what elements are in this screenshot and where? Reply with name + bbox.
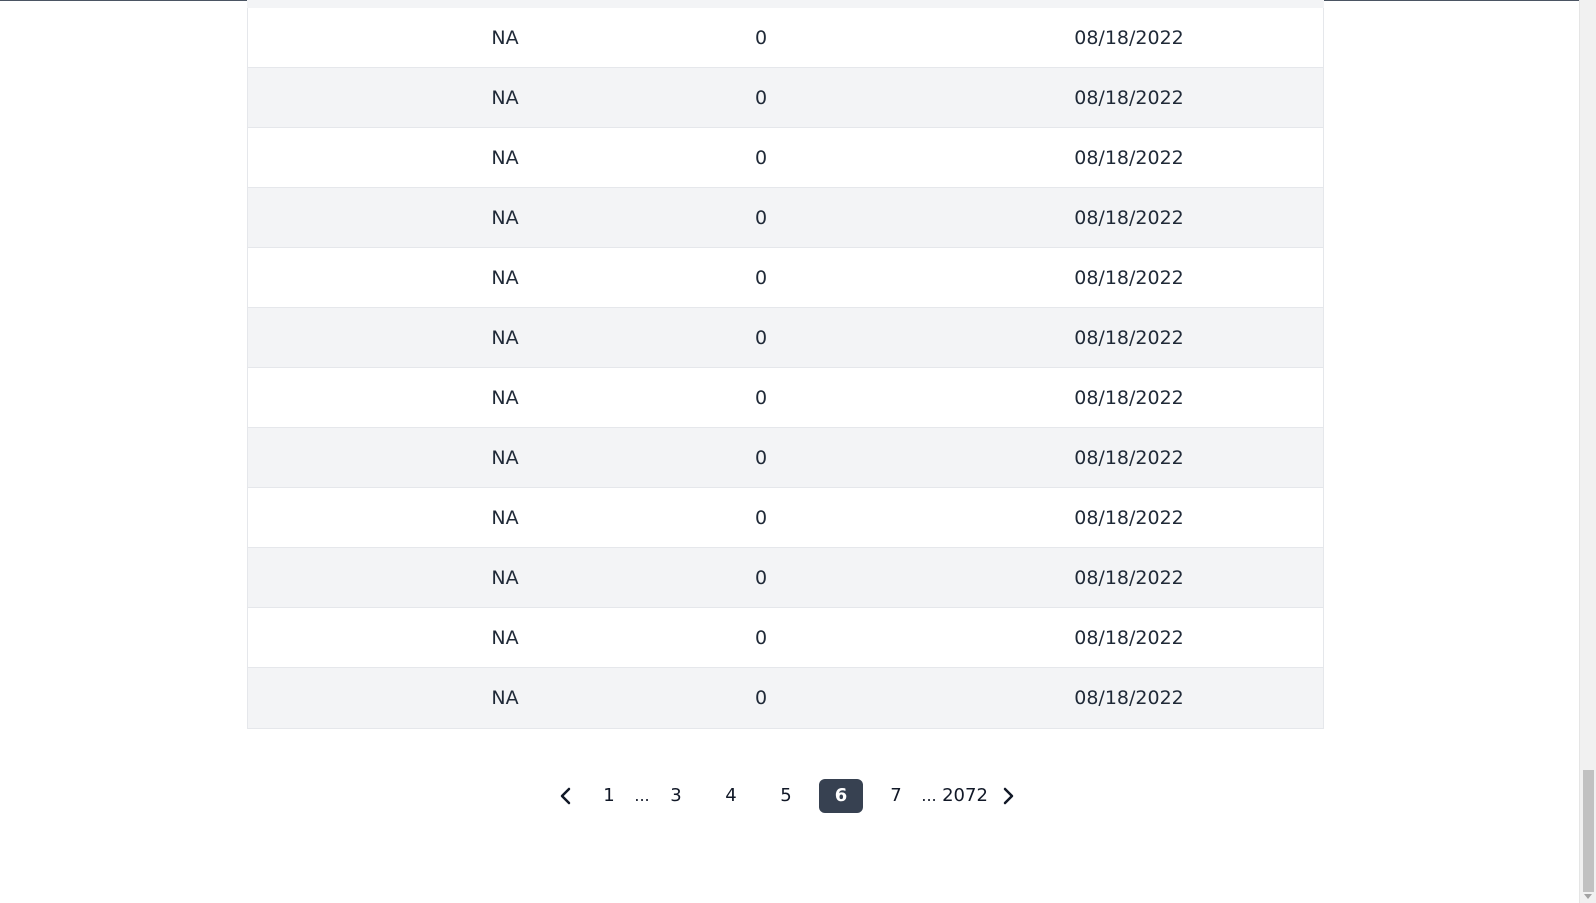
page-3-button[interactable]: 3 xyxy=(654,779,698,813)
table-row: NA 0 08/18/2022 xyxy=(248,668,1323,728)
cell-date: 08/18/2022 xyxy=(1074,27,1184,49)
cell-count: 0 xyxy=(754,87,768,109)
cell-date: 08/18/2022 xyxy=(1074,207,1184,229)
cell-count: 0 xyxy=(754,627,768,649)
cell-value: NA xyxy=(491,507,519,529)
cell-date: 08/18/2022 xyxy=(1074,267,1184,289)
cell-date: 08/18/2022 xyxy=(1074,687,1184,709)
cell-date: 08/18/2022 xyxy=(1074,507,1184,529)
data-table: NA 0 08/18/2022 NA 0 08/18/2022 NA 0 08/… xyxy=(247,0,1324,729)
pagination-ellipsis: ... xyxy=(634,786,650,805)
page-1-button[interactable]: 1 xyxy=(587,779,631,813)
prev-page-button[interactable] xyxy=(554,779,578,813)
cell-value: NA xyxy=(491,447,519,469)
cell-date: 08/18/2022 xyxy=(1074,87,1184,109)
cell-date: 08/18/2022 xyxy=(1074,567,1184,589)
scrollbar-thumb[interactable] xyxy=(1583,770,1594,892)
cell-value: NA xyxy=(491,147,519,169)
table-row: NA 0 08/18/2022 xyxy=(248,68,1323,128)
cell-value: NA xyxy=(491,567,519,589)
cell-value: NA xyxy=(491,207,519,229)
table-row: NA 0 08/18/2022 xyxy=(248,608,1323,668)
vertical-scrollbar[interactable] xyxy=(1579,0,1596,903)
pagination: 1 ... 3 4 5 6 7 ... 2072 xyxy=(0,779,1596,813)
cell-count: 0 xyxy=(754,507,768,529)
cell-value: NA xyxy=(491,267,519,289)
pagination-ellipsis: ... xyxy=(921,786,937,805)
next-page-button[interactable] xyxy=(996,779,1020,813)
cell-count: 0 xyxy=(754,567,768,589)
cell-count: 0 xyxy=(754,387,768,409)
cell-value: NA xyxy=(491,387,519,409)
table-row: NA 0 08/18/2022 xyxy=(248,188,1323,248)
cell-count: 0 xyxy=(754,327,768,349)
table-row: NA 0 08/18/2022 xyxy=(248,368,1323,428)
cell-date: 08/18/2022 xyxy=(1074,147,1184,169)
cell-count: 0 xyxy=(754,267,768,289)
cell-date: 08/18/2022 xyxy=(1074,447,1184,469)
scroll-down-arrow-icon[interactable] xyxy=(1584,894,1592,899)
table-row: NA 0 08/18/2022 xyxy=(248,428,1323,488)
cell-count: 0 xyxy=(754,687,768,709)
table-row: NA 0 08/18/2022 xyxy=(248,128,1323,188)
table-row: NA 0 08/18/2022 xyxy=(248,548,1323,608)
cell-value: NA xyxy=(491,627,519,649)
table-row: NA 0 08/18/2022 xyxy=(248,248,1323,308)
page-4-button[interactable]: 4 xyxy=(709,779,753,813)
cell-value: NA xyxy=(491,687,519,709)
cell-count: 0 xyxy=(754,447,768,469)
page-last-button[interactable]: 2072 xyxy=(941,779,989,813)
cell-value: NA xyxy=(491,327,519,349)
chevron-right-icon xyxy=(1003,787,1014,805)
chevron-left-icon xyxy=(560,787,571,805)
cell-date: 08/18/2022 xyxy=(1074,627,1184,649)
cell-count: 0 xyxy=(754,147,768,169)
page-5-button[interactable]: 5 xyxy=(764,779,808,813)
table-row: NA 0 08/18/2022 xyxy=(248,308,1323,368)
page-6-button-current[interactable]: 6 xyxy=(819,779,863,813)
cell-value: NA xyxy=(491,87,519,109)
table-row: NA 0 08/18/2022 xyxy=(248,8,1323,68)
cell-value: NA xyxy=(491,27,519,49)
page-7-button[interactable]: 7 xyxy=(874,779,918,813)
cell-count: 0 xyxy=(754,207,768,229)
cell-date: 08/18/2022 xyxy=(1074,387,1184,409)
cell-date: 08/18/2022 xyxy=(1074,327,1184,349)
cell-count: 0 xyxy=(754,27,768,49)
table-row: NA 0 08/18/2022 xyxy=(248,488,1323,548)
